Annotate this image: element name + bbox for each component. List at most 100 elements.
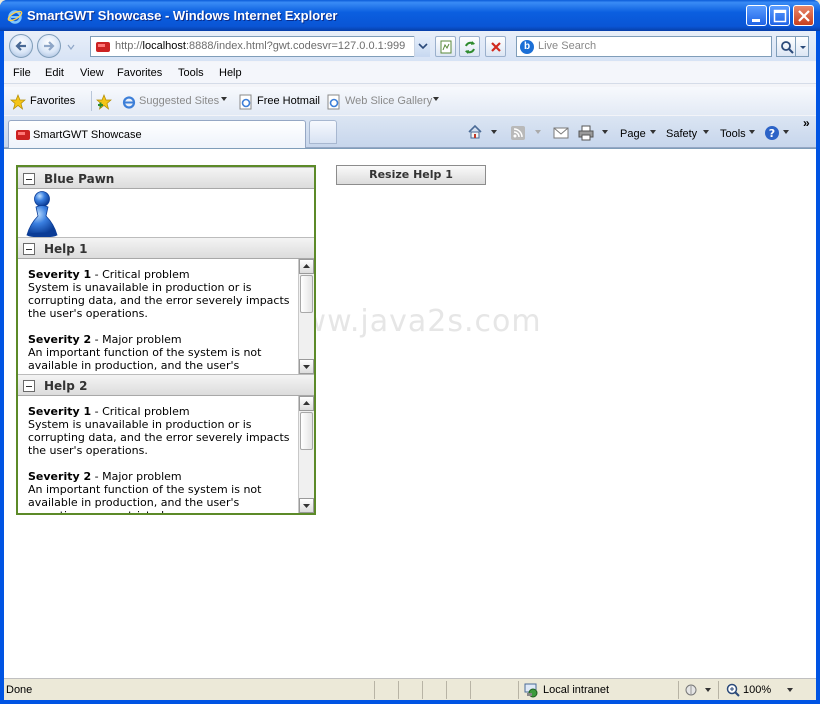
favorites-bar: Favorites Suggested Sites Free Hotmail W… (4, 87, 816, 115)
address-url[interactable]: http://localhost:8888/index.html?gwt.cod… (115, 40, 415, 52)
arrow-up-icon (303, 264, 310, 268)
chevron-down-icon[interactable] (748, 128, 756, 136)
zoom-level[interactable]: 100% (743, 684, 771, 696)
search-placeholder: Live Search (538, 40, 597, 52)
search-options-button[interactable] (795, 36, 809, 57)
search-button[interactable] (776, 36, 796, 57)
compatibility-view-button[interactable] (435, 36, 456, 57)
home-icon[interactable] (467, 124, 483, 140)
severity-1-title: Severity 1 (28, 268, 92, 281)
new-tab-button[interactable] (309, 120, 337, 144)
menu-favorites[interactable]: Favorites (117, 67, 162, 79)
print-icon[interactable] (578, 125, 594, 141)
safety-menu[interactable]: Safety (666, 128, 697, 140)
menu-edit[interactable]: Edit (45, 67, 64, 79)
maximize-button[interactable] (769, 5, 790, 26)
protected-mode-icon[interactable] (684, 682, 700, 698)
help1-scrollbar[interactable] (298, 259, 314, 374)
address-dropdown-button[interactable] (414, 36, 430, 57)
refresh-icon (465, 41, 475, 54)
chevron-down-icon[interactable] (534, 128, 542, 136)
tab-bar: SmartGWT Showcase Page Safety Tools ? » (4, 116, 816, 148)
status-pane (398, 681, 422, 699)
forward-button[interactable] (37, 34, 61, 58)
search-input[interactable]: b Live Search (516, 36, 772, 57)
severity-1-block: Severity 1 - Critical problem System is … (28, 268, 298, 320)
free-hotmail-link[interactable]: Free Hotmail (257, 95, 320, 107)
section-header-help1[interactable]: Help 1 (18, 237, 314, 259)
mail-icon[interactable] (553, 125, 569, 141)
chevron-down-icon[interactable] (649, 128, 657, 136)
url-rest: :8888/index.html?gwt.codesvr=127.0.0.1:9… (185, 40, 406, 52)
collapse-icon[interactable] (23, 173, 35, 185)
scroll-up-button[interactable] (299, 396, 314, 411)
rss-feed-icon[interactable] (510, 125, 526, 141)
status-pane (422, 681, 446, 699)
window-title: SmartGWT Showcase - Windows Internet Exp… (27, 8, 338, 23)
status-pane (374, 681, 398, 699)
scroll-thumb[interactable] (300, 275, 313, 313)
browser-window: SmartGWT Showcase - Windows Internet Exp… (0, 0, 820, 704)
chevron-down-icon[interactable] (220, 95, 228, 103)
url-prefix: http:// (115, 40, 143, 52)
status-bar: Done Local intranet 100% (4, 678, 816, 700)
chevron-down-icon[interactable] (704, 686, 712, 694)
tab-smartgwt-showcase[interactable]: SmartGWT Showcase (8, 120, 306, 148)
section-title: Help 1 (44, 242, 88, 256)
add-favorite-icon[interactable] (96, 94, 112, 110)
resize-help1-button[interactable]: Resize Help 1 (336, 165, 486, 185)
ie-logo-icon (7, 10, 23, 24)
title-bar[interactable]: SmartGWT Showcase - Windows Internet Exp… (0, 0, 820, 31)
close-window-button[interactable] (793, 5, 814, 26)
compatibility-icon (440, 40, 452, 54)
minimize-button[interactable] (746, 5, 767, 26)
collapse-icon[interactable] (23, 380, 35, 392)
menu-tools[interactable]: Tools (178, 67, 204, 79)
address-bar[interactable]: http://localhost:8888/index.html?gwt.cod… (90, 36, 430, 57)
chevron-down-icon[interactable] (702, 128, 710, 136)
chevron-down-icon[interactable] (432, 95, 440, 103)
section-header-blue-pawn[interactable]: Blue Pawn (18, 167, 314, 189)
severity-1-description: System is unavailable in production or i… (28, 418, 290, 457)
security-zone[interactable]: Local intranet (543, 684, 609, 696)
web-slice-gallery-link[interactable]: Web Slice Gallery (345, 95, 432, 107)
chevron-down-icon[interactable] (782, 128, 790, 136)
suggested-sites-link[interactable]: Suggested Sites (139, 95, 219, 107)
tools-menu[interactable]: Tools (720, 128, 746, 140)
scroll-up-button[interactable] (299, 259, 314, 274)
refresh-button[interactable] (459, 36, 480, 57)
svg-text:?: ? (769, 127, 775, 140)
status-text: Done (6, 684, 33, 696)
section-header-help2[interactable]: Help 2 (18, 374, 314, 396)
help2-body[interactable]: Severity 1 - Critical problem System is … (18, 396, 314, 513)
menu-bar: File Edit View Favorites Tools Help (4, 62, 816, 84)
menu-help[interactable]: Help (219, 67, 242, 79)
favorites-button[interactable]: Favorites (30, 95, 75, 107)
collapse-icon[interactable] (23, 243, 35, 255)
menu-view[interactable]: View (80, 67, 104, 79)
page-menu[interactable]: Page (620, 128, 646, 140)
scroll-thumb[interactable] (300, 412, 313, 450)
history-dropdown-icon[interactable] (67, 43, 75, 51)
help-icon[interactable]: ? (764, 125, 780, 141)
chevron-down-icon (800, 46, 806, 49)
help2-scrollbar[interactable] (298, 396, 314, 513)
chevron-down-icon[interactable] (601, 128, 609, 136)
scroll-down-button[interactable] (299, 359, 314, 374)
severity-2-block: Severity 2 - Major problem An important … (28, 470, 298, 513)
back-button[interactable] (9, 34, 33, 58)
scroll-down-button[interactable] (299, 498, 314, 513)
blue-pawn-icon (26, 191, 58, 238)
more-commands-button[interactable]: » (803, 116, 810, 130)
hotmail-page-icon (239, 94, 252, 110)
help1-body[interactable]: Severity 1 - Critical problem System is … (18, 259, 314, 374)
zoom-icon[interactable] (725, 682, 741, 698)
maximize-icon (773, 9, 787, 23)
menu-file[interactable]: File (13, 67, 31, 79)
forward-arrow-icon (44, 41, 55, 51)
browser-chrome: http://localhost:8888/index.html?gwt.cod… (4, 31, 816, 148)
chevron-down-icon[interactable] (490, 128, 498, 136)
address-row: http://localhost:8888/index.html?gwt.cod… (4, 31, 816, 61)
stop-button[interactable] (485, 36, 506, 57)
chevron-down-icon[interactable] (786, 686, 794, 694)
